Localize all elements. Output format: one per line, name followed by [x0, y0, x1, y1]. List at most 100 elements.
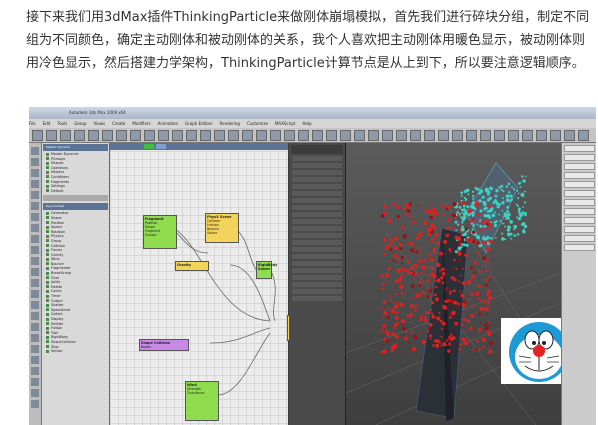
menu-item[interactable]: Tools: [57, 121, 67, 126]
toolbar-button[interactable]: [410, 130, 421, 141]
toolbar-button[interactable]: [466, 130, 477, 141]
tool-icon[interactable]: [31, 235, 39, 243]
tool-icon[interactable]: [31, 224, 39, 232]
toolbar-button[interactable]: [46, 130, 57, 141]
property-row[interactable]: [292, 219, 342, 224]
tool-icon[interactable]: [31, 158, 39, 166]
tool-icon[interactable]: [31, 191, 39, 199]
toolbar-button[interactable]: [508, 130, 519, 141]
property-row[interactable]: [292, 170, 342, 175]
menu-item[interactable]: Modifiers: [132, 121, 150, 126]
tool-icon[interactable]: [31, 246, 39, 254]
toolbar-button[interactable]: [354, 130, 365, 141]
property-row[interactable]: [292, 247, 342, 252]
toolbar-button[interactable]: [494, 130, 505, 141]
property-row[interactable]: [292, 282, 342, 287]
property-row[interactable]: [292, 268, 342, 273]
toolbar-button[interactable]: [88, 130, 99, 141]
tool-icon[interactable]: [31, 147, 39, 155]
toolbar-button[interactable]: [368, 130, 379, 141]
toolbar-button[interactable]: [32, 130, 43, 141]
property-row[interactable]: [292, 275, 342, 280]
tool-icon[interactable]: [31, 257, 39, 265]
toolbar-button[interactable]: [242, 130, 253, 141]
toolbar-button[interactable]: [172, 130, 183, 141]
property-row[interactable]: [292, 177, 342, 182]
toolbar-button[interactable]: [200, 130, 211, 141]
tool-icon[interactable]: [31, 202, 39, 210]
tree-item[interactable]: Default: [46, 189, 109, 194]
command-panel-button[interactable]: [564, 217, 595, 224]
tool-icon[interactable]: [31, 312, 39, 320]
menu-item[interactable]: Customize: [247, 121, 268, 126]
toolbar-button[interactable]: [438, 130, 449, 141]
toolbar-button[interactable]: [480, 130, 491, 141]
tool-icon[interactable]: [31, 378, 39, 386]
command-panel-button[interactable]: [564, 199, 595, 206]
toolbar-button[interactable]: [340, 130, 351, 141]
toolbar-button[interactable]: [312, 130, 323, 141]
command-panel-button[interactable]: [564, 208, 595, 215]
property-row[interactable]: [292, 156, 342, 161]
tool-icon[interactable]: [31, 169, 39, 177]
tool-icon[interactable]: [31, 323, 39, 331]
tool-icon[interactable]: [31, 345, 39, 353]
3d-viewport[interactable]: [346, 143, 561, 425]
toolbar-button[interactable]: [536, 130, 547, 141]
command-panel-button[interactable]: [564, 145, 595, 152]
toolbar-button[interactable]: [214, 130, 225, 141]
graph-node[interactable]: Fragment Position Shape Fragment Groups: [143, 215, 177, 249]
graph-node[interactable]: Gravity: [175, 261, 209, 271]
toolbar-button[interactable]: [382, 130, 393, 141]
command-panel-button[interactable]: [564, 190, 595, 197]
tool-icon[interactable]: [31, 268, 39, 276]
graph-node[interactable]: PhysX Scene Collision Friction Bounce Solver: [205, 213, 239, 243]
toolbar-button[interactable]: [256, 130, 267, 141]
toolbar-button[interactable]: [452, 130, 463, 141]
graph-node[interactable]: Shape Collision Nodes: [139, 339, 189, 351]
property-row[interactable]: [292, 205, 342, 210]
toolbar-button[interactable]: [396, 130, 407, 141]
tool-icon[interactable]: [31, 334, 39, 342]
menu-item[interactable]: Edit: [43, 121, 51, 126]
toolbar-button[interactable]: [144, 130, 155, 141]
toolbar-button[interactable]: [578, 130, 589, 141]
property-row[interactable]: [292, 233, 342, 238]
toolbar-button[interactable]: [270, 130, 281, 141]
command-panel-button[interactable]: [564, 244, 595, 251]
tool-icon[interactable]: [31, 180, 39, 188]
toolbar-button[interactable]: [228, 130, 239, 141]
toolbar-button[interactable]: [424, 130, 435, 141]
property-row[interactable]: [292, 191, 342, 196]
toolbar-button[interactable]: [284, 130, 295, 141]
tree-item[interactable]: Sensor: [46, 349, 109, 354]
command-panel-button[interactable]: [564, 226, 595, 233]
property-row[interactable]: [292, 184, 342, 189]
command-panel-button[interactable]: [564, 154, 595, 161]
tool-icon[interactable]: [31, 356, 39, 364]
menu-item[interactable]: Help: [302, 121, 311, 126]
menu-item[interactable]: Views: [94, 121, 106, 126]
command-panel-button[interactable]: [564, 163, 595, 170]
toolbar-button[interactable]: [522, 130, 533, 141]
menu-item[interactable]: Animation: [158, 121, 178, 126]
menu-item[interactable]: MAXScript: [275, 121, 296, 126]
menu-item[interactable]: File: [29, 121, 36, 126]
toolbar-button[interactable]: [298, 130, 309, 141]
property-row[interactable]: [292, 289, 342, 294]
toolbar-button[interactable]: [564, 130, 575, 141]
tool-icon[interactable]: [31, 290, 39, 298]
toolbar-button[interactable]: [60, 130, 71, 141]
property-row[interactable]: [292, 212, 342, 217]
tool-icon[interactable]: [31, 400, 39, 408]
menu-item[interactable]: Graph Editors: [185, 121, 212, 126]
property-row[interactable]: [292, 240, 342, 245]
graph-node[interactable]: RigidBody Solver: [256, 261, 277, 279]
command-panel-button[interactable]: [564, 172, 595, 179]
property-row[interactable]: [292, 261, 342, 266]
menu-item[interactable]: Group: [74, 121, 86, 126]
toolbar-button[interactable]: [550, 130, 561, 141]
toolbar-button[interactable]: [186, 130, 197, 141]
command-panel-button[interactable]: [564, 181, 595, 188]
property-row[interactable]: [292, 198, 342, 203]
